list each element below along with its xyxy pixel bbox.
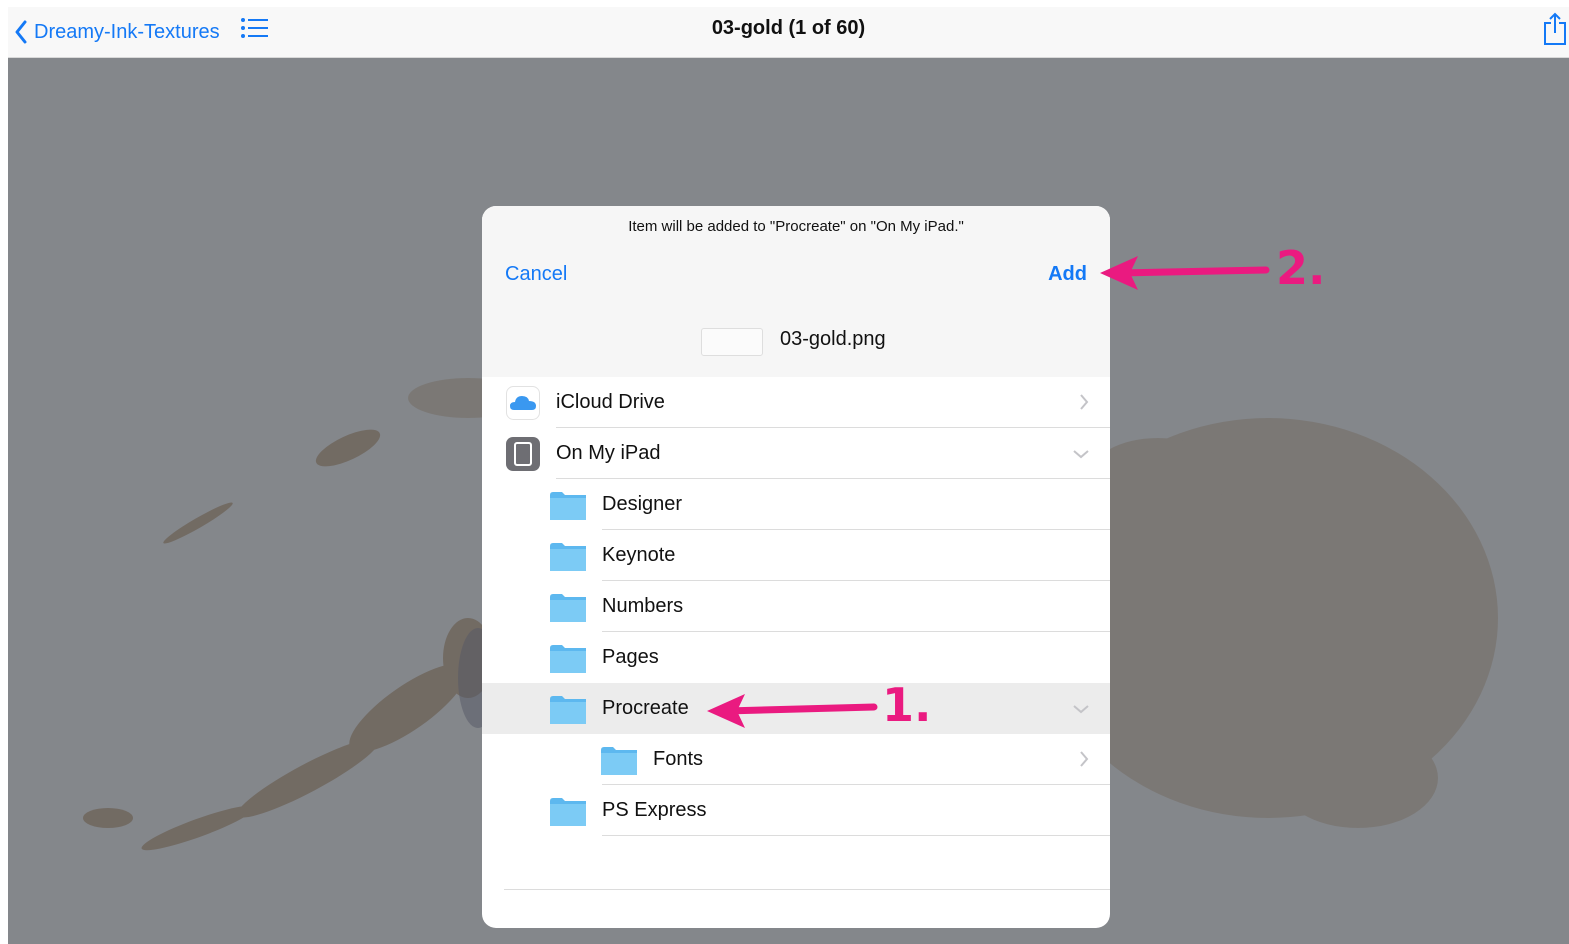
- folder-icon: [550, 696, 586, 724]
- ipad-icon: [506, 437, 540, 471]
- cancel-button[interactable]: Cancel: [505, 263, 567, 286]
- annotation-step-1: 1.: [882, 678, 932, 732]
- dialog-header: Item will be added to "Procreate" on "On…: [482, 206, 1110, 377]
- folder-icon: [550, 492, 586, 520]
- chevron-down-icon: [1073, 705, 1089, 714]
- folder-row-numbers[interactable]: Numbers: [482, 581, 1110, 632]
- folder-row-procreate[interactable]: Procreate: [482, 683, 1110, 734]
- folder-label: PS Express: [602, 799, 707, 821]
- folder-icon: [550, 798, 586, 826]
- list-bottom-separator: [504, 889, 1110, 890]
- folder-icon: [550, 543, 586, 571]
- chevron-right-icon: [1080, 394, 1089, 410]
- location-label: iCloud Drive: [556, 391, 665, 413]
- save-to-files-dialog: Item will be added to "Procreate" on "On…: [482, 206, 1110, 928]
- chevron-right-icon: [1080, 751, 1089, 767]
- file-thumbnail: [701, 328, 763, 356]
- annotation-step-2: 2.: [1276, 241, 1326, 295]
- file-name: 03-gold.png: [780, 328, 886, 350]
- folder-row-designer[interactable]: Designer: [482, 479, 1110, 530]
- location-row-icloud-drive[interactable]: iCloud Drive: [482, 377, 1110, 428]
- folder-row-fonts[interactable]: Fonts: [482, 734, 1110, 785]
- folder-label: Procreate: [602, 697, 689, 719]
- share-icon[interactable]: [1543, 11, 1567, 47]
- folder-icon: [550, 645, 586, 673]
- folder-row-pages[interactable]: Pages: [482, 632, 1110, 683]
- navigation-bar: Dreamy-Ink-Textures 03-gold (1 of 60): [8, 7, 1569, 58]
- add-button[interactable]: Add: [1048, 263, 1087, 286]
- folder-label: Numbers: [602, 595, 684, 617]
- folder-icon: [601, 747, 637, 775]
- location-label: On My iPad: [556, 442, 661, 464]
- folder-label: Keynote: [602, 544, 676, 566]
- folder-label: Fonts: [653, 748, 704, 770]
- chevron-down-icon: [1073, 450, 1089, 459]
- icloud-icon: [506, 386, 540, 420]
- location-row-on-my-ipad[interactable]: On My iPad: [482, 428, 1110, 479]
- folder-row-ps-express[interactable]: PS Express: [482, 785, 1110, 836]
- page-title: 03-gold (1 of 60): [711, 17, 866, 39]
- folder-label: Pages: [602, 646, 659, 668]
- folder-icon: [550, 594, 586, 622]
- folder-label: Designer: [602, 493, 683, 515]
- folder-row-keynote[interactable]: Keynote: [482, 530, 1110, 581]
- dialog-message: Item will be added to "Procreate" on "On…: [628, 218, 964, 235]
